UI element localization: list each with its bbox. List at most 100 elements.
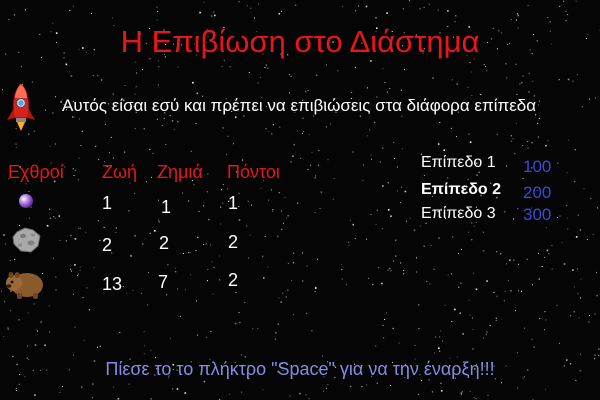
star (40, 321, 42, 323)
star (370, 154, 372, 156)
star (310, 164, 312, 166)
star (308, 134, 310, 136)
star (316, 74, 318, 76)
star (515, 310, 516, 312)
star (158, 199, 159, 201)
star (306, 265, 308, 267)
star (423, 175, 425, 177)
star (7, 326, 9, 328)
star (406, 220, 407, 222)
star (366, 238, 368, 240)
star (158, 219, 160, 221)
star (375, 345, 377, 347)
star (132, 289, 134, 291)
star (507, 280, 509, 282)
star (18, 383, 20, 385)
star (416, 271, 418, 273)
intro-text: Αυτός είσαι εσύ και πρέπει να επιβιώσεις… (62, 96, 537, 115)
star (177, 121, 179, 123)
star (444, 304, 446, 306)
star (3, 336, 5, 338)
star (203, 205, 205, 207)
star (589, 98, 590, 100)
star (128, 210, 130, 212)
star (304, 90, 307, 93)
star (241, 354, 243, 356)
star (438, 237, 440, 239)
star (510, 290, 512, 292)
star (48, 305, 50, 307)
star (156, 19, 158, 21)
star (34, 344, 37, 346)
star (456, 83, 458, 85)
star (341, 264, 343, 266)
star (173, 129, 175, 131)
star (242, 159, 243, 161)
star (97, 346, 98, 348)
star (572, 269, 574, 271)
star (521, 290, 522, 292)
star (318, 150, 320, 151)
star (157, 84, 159, 86)
star (65, 240, 67, 242)
star (44, 344, 46, 347)
star (193, 184, 195, 186)
star (548, 253, 550, 255)
star (95, 145, 97, 147)
star (262, 255, 264, 257)
star (98, 159, 100, 161)
star (295, 4, 297, 6)
star (280, 301, 283, 303)
star (495, 320, 497, 321)
star (440, 382, 442, 384)
star (522, 145, 524, 146)
star (561, 242, 563, 244)
star (289, 395, 291, 397)
star (432, 77, 434, 79)
star (280, 210, 282, 212)
star (469, 62, 471, 63)
star (475, 398, 477, 400)
star (493, 291, 495, 293)
level-2-score: 200 (523, 183, 552, 202)
star (307, 169, 309, 171)
star (211, 261, 213, 263)
star (471, 239, 473, 241)
star (354, 66, 356, 68)
star (388, 267, 391, 270)
star (538, 278, 540, 280)
star (567, 228, 569, 230)
level-2-name: Επίπεδο 2 (421, 181, 502, 198)
row3-life: 13 (102, 274, 123, 294)
star (592, 233, 594, 235)
star (416, 257, 417, 259)
star (349, 219, 351, 221)
star (403, 270, 405, 271)
star (576, 74, 578, 76)
star (454, 21, 456, 23)
star (375, 223, 377, 225)
star (33, 303, 35, 305)
star (293, 252, 295, 254)
star (580, 297, 581, 299)
star (418, 328, 420, 329)
star (143, 353, 145, 355)
star (212, 293, 214, 295)
star (197, 236, 199, 238)
star (49, 145, 51, 147)
star (567, 217, 569, 219)
star (72, 293, 74, 295)
star (473, 225, 475, 227)
rocket-icon (7, 83, 35, 131)
star (290, 161, 292, 163)
star (112, 17, 113, 19)
star (594, 313, 596, 315)
star (196, 92, 199, 95)
star (77, 273, 79, 275)
star (503, 210, 506, 213)
star (522, 75, 524, 77)
star (278, 13, 281, 15)
star (409, 217, 411, 219)
star (2, 89, 3, 91)
star (74, 238, 77, 240)
